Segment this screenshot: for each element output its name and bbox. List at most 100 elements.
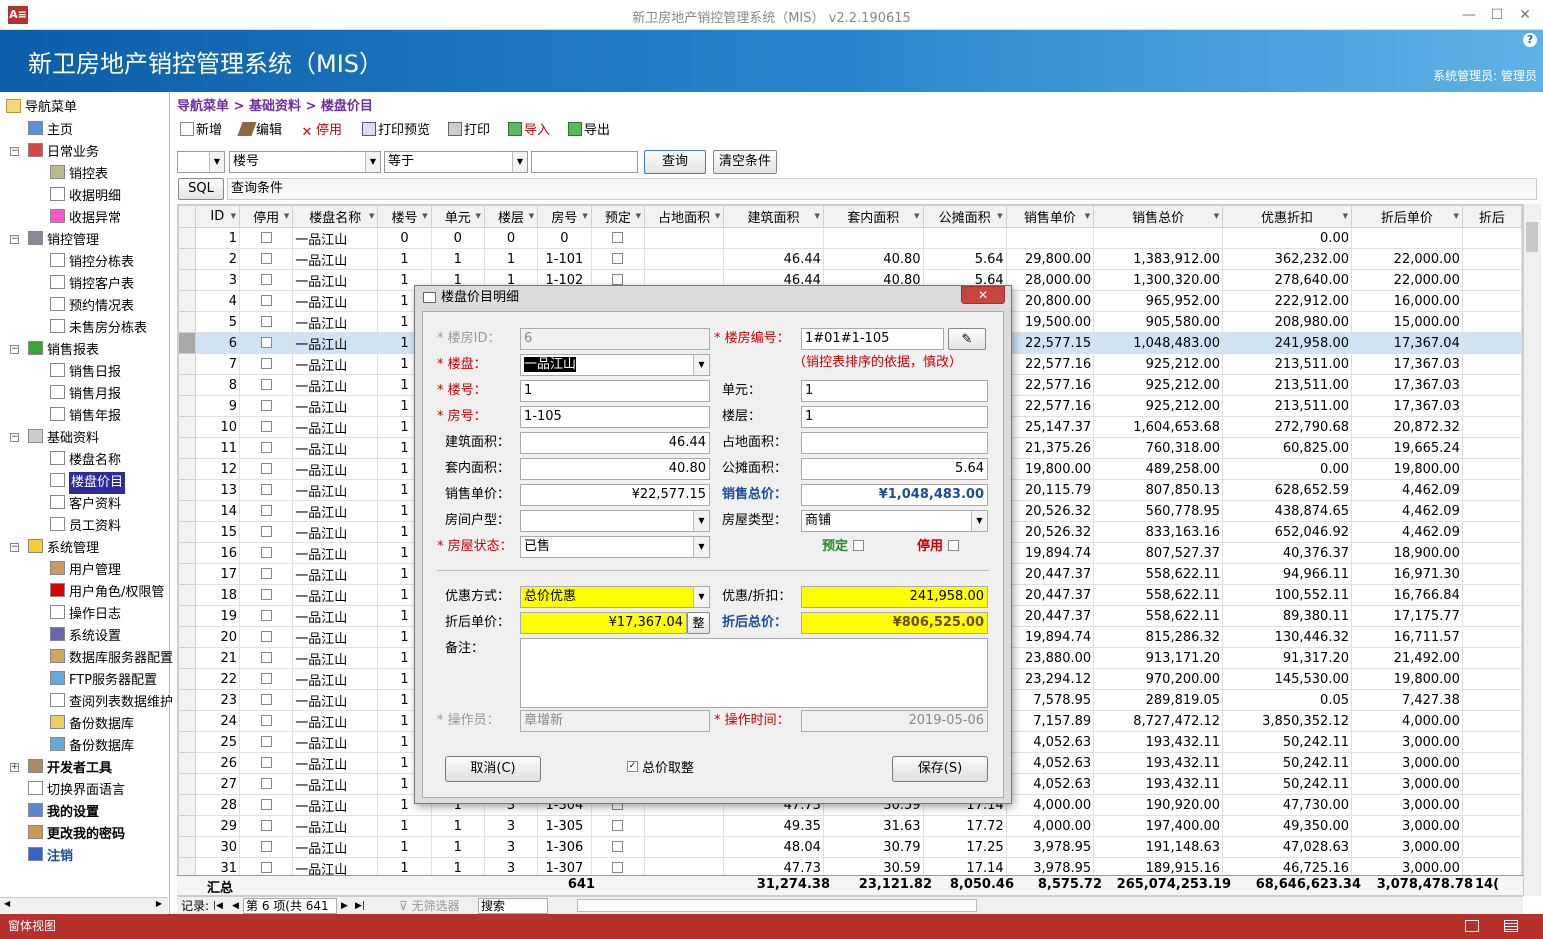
table-cell[interactable]: 20,526.32 [1005, 500, 1095, 522]
nav-item-10[interactable]: 销售报表 [28, 340, 99, 360]
table-cell[interactable] [1461, 437, 1522, 459]
table-cell[interactable]: 970,200.00 [1093, 668, 1224, 690]
table-cell[interactable]: 11 [194, 437, 240, 459]
table-cell[interactable]: 0 [377, 227, 432, 249]
sql-button[interactable]: SQL [178, 178, 224, 200]
collapse-toggle[interactable]: − [10, 147, 19, 156]
table-cell[interactable]: 10 [194, 416, 240, 438]
collapse-toggle[interactable]: − [10, 543, 19, 552]
collapse-toggle[interactable]: + [10, 763, 19, 772]
discount-mode-select[interactable]: 总价优惠 ▼ [520, 586, 710, 608]
search-input[interactable]: 搜索 [478, 898, 548, 914]
table-cell[interactable]: 20 [194, 626, 240, 648]
table-cell[interactable] [1461, 647, 1522, 669]
table-cell[interactable]: 362,232.00 [1222, 248, 1352, 270]
after-total-field[interactable]: ¥806,525.00 [801, 612, 988, 634]
table-cell[interactable]: 28 [194, 794, 240, 816]
table-cell[interactable]: 1 [377, 248, 432, 270]
table-cell[interactable]: 289,819.05 [1093, 689, 1224, 711]
table-cell[interactable]: 4,462.09 [1351, 521, 1463, 543]
table-cell[interactable]: 22 [194, 668, 240, 690]
table-cell[interactable]: 3,000.00 [1351, 794, 1463, 816]
table-cell[interactable]: 一品江山 [292, 752, 379, 774]
save-button[interactable]: 保存(S) [892, 756, 988, 782]
table-cell[interactable]: 一品江山 [292, 605, 379, 627]
row-selector[interactable] [178, 605, 196, 627]
table-cell[interactable]: 24 [194, 710, 240, 732]
nav-item-6[interactable]: 销控分栋表 [50, 252, 134, 272]
table-cell[interactable]: 25 [194, 731, 240, 753]
grid-vertical-scrollbar[interactable] [1523, 204, 1541, 896]
table-cell[interactable]: 213,511.00 [1222, 395, 1352, 417]
table-cell[interactable]: 7 [194, 353, 240, 375]
table-cell[interactable] [1461, 311, 1522, 333]
table-cell[interactable]: 7,578.95 [1005, 689, 1095, 711]
table-cell[interactable]: 807,850.13 [1093, 479, 1224, 501]
table-cell[interactable] [822, 227, 924, 249]
table-cell[interactable]: 16,000.00 [1351, 290, 1463, 312]
row-selector[interactable] [178, 248, 196, 270]
table-cell[interactable]: 22,577.16 [1005, 353, 1095, 375]
table-cell[interactable]: 4,052.63 [1005, 752, 1095, 774]
table-cell[interactable]: 12 [194, 458, 240, 480]
table-cell[interactable]: 760,318.00 [1093, 437, 1224, 459]
table-cell[interactable]: 一品江山 [292, 563, 379, 585]
table-cell[interactable] [1461, 815, 1522, 837]
nav-item-0[interactable]: 主页 [28, 120, 73, 140]
no-filter-indicator[interactable]: ⊽ 无筛选器 [399, 897, 460, 915]
table-cell[interactable] [238, 437, 294, 459]
table-cell[interactable]: 208,980.00 [1222, 311, 1352, 333]
discount-field[interactable]: 241,958.00 [801, 586, 988, 608]
table-cell[interactable]: 一品江山 [292, 773, 379, 795]
table-cell[interactable]: 27 [194, 773, 240, 795]
table-cell[interactable]: 30 [194, 836, 240, 858]
table-cell[interactable]: 一品江山 [292, 521, 379, 543]
table-cell[interactable] [1461, 773, 1522, 795]
table-cell[interactable]: 22,577.16 [1005, 395, 1095, 417]
table-cell[interactable]: 50,242.11 [1222, 731, 1352, 753]
nav-item-33[interactable]: 注销 [28, 846, 73, 866]
table-cell[interactable]: 1 [194, 227, 240, 249]
table-cell[interactable]: 4 [194, 290, 240, 312]
table-cell[interactable]: 16,766.84 [1351, 584, 1463, 606]
table-cell[interactable]: 20,447.37 [1005, 584, 1095, 606]
row-selector-header[interactable] [178, 205, 196, 228]
table-cell[interactable] [1461, 605, 1522, 627]
table-cell[interactable] [1461, 332, 1522, 354]
nav-item-26[interactable]: 查阅列表数据维护 [50, 692, 173, 712]
table-cell[interactable]: 94,966.11 [1222, 563, 1352, 585]
table-cell[interactable]: 19,800.00 [1005, 458, 1095, 480]
table-cell[interactable]: 47,028.63 [1222, 836, 1352, 858]
table-cell[interactable] [1461, 794, 1522, 816]
table-cell[interactable]: 5 [194, 311, 240, 333]
table-cell[interactable]: 905,580.00 [1093, 311, 1224, 333]
table-cell[interactable]: 3,000.00 [1351, 752, 1463, 774]
table-cell[interactable]: 17,367.04 [1351, 332, 1463, 354]
table-cell[interactable]: 8,727,472.12 [1093, 710, 1224, 732]
row-selector[interactable] [178, 710, 196, 732]
dialog-close-button[interactable]: ✕ [961, 286, 1005, 304]
table-cell[interactable] [238, 584, 294, 606]
table-cell[interactable]: 一品江山 [292, 647, 379, 669]
table-cell[interactable]: 一品江山 [292, 500, 379, 522]
table-cell[interactable]: 17.25 [922, 836, 1007, 858]
table-cell[interactable]: 一品江山 [292, 227, 379, 249]
collapse-toggle[interactable]: − [10, 433, 19, 442]
col-header[interactable]: 折后 [1461, 205, 1522, 228]
nav-item-30[interactable]: 切换界面语言 [28, 780, 125, 800]
table-cell[interactable]: 一品江山 [292, 437, 379, 459]
table-cell[interactable]: 9 [194, 395, 240, 417]
nav-item-19[interactable]: 系统管理 [28, 538, 99, 558]
table-cell[interactable] [238, 227, 294, 249]
field-select[interactable]: 楼号 ▼ [229, 151, 381, 173]
table-cell[interactable]: 23,880.00 [1005, 647, 1095, 669]
table-cell[interactable]: 19,665.24 [1351, 437, 1463, 459]
table-cell[interactable]: 一品江山 [292, 542, 379, 564]
nav-item-11[interactable]: 销售日报 [50, 362, 121, 382]
col-header[interactable]: 单元 ▼ [430, 205, 485, 228]
col-header[interactable]: 楼层 ▼ [483, 205, 539, 228]
collapse-toggle[interactable]: − [10, 345, 19, 354]
table-cell[interactable] [238, 647, 294, 669]
row-selector[interactable] [178, 731, 196, 753]
table-cell[interactable] [238, 416, 294, 438]
